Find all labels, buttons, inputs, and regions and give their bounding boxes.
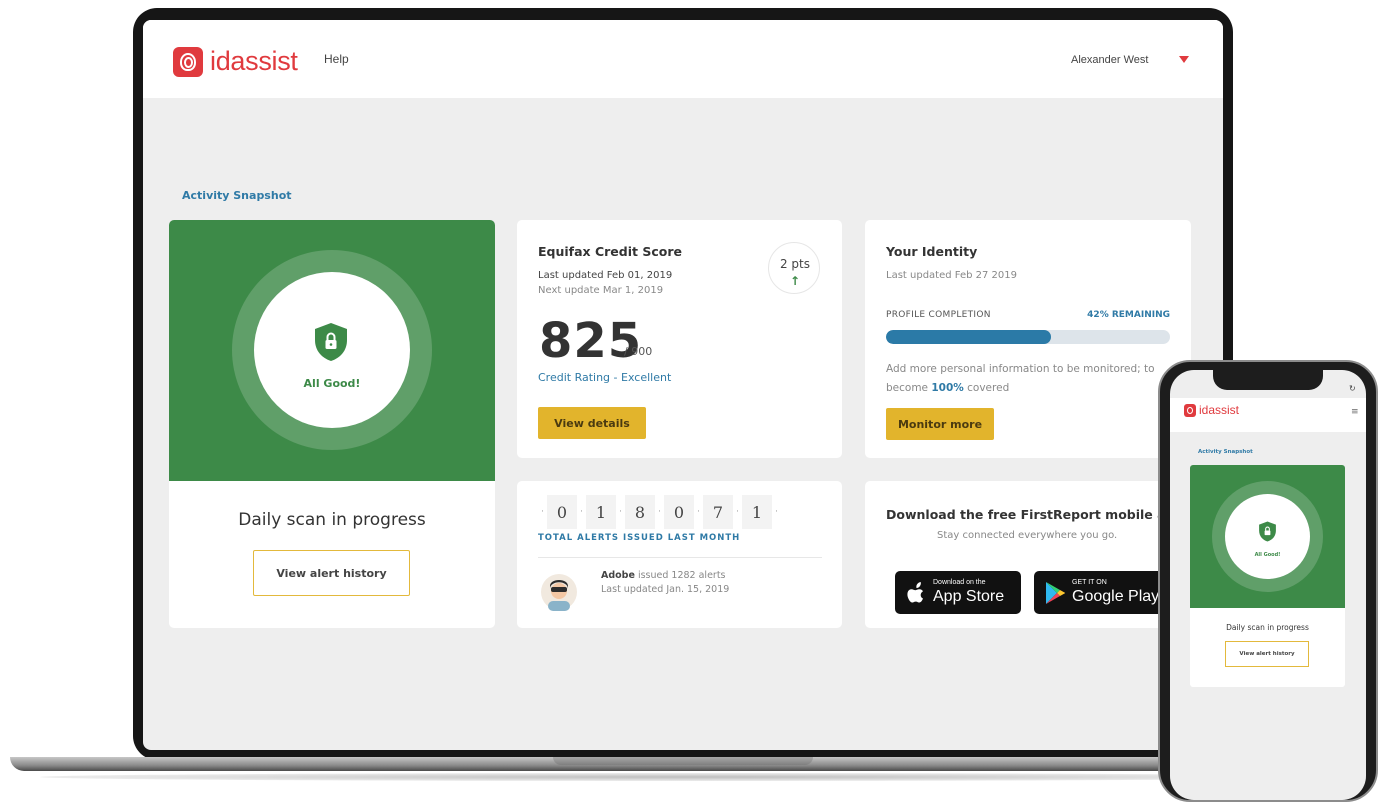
scan-title: Daily scan in progress — [238, 510, 426, 530]
counter-digit: 8 — [625, 495, 655, 529]
google-play-icon — [1046, 581, 1066, 604]
phone-status-ring: All Good! — [1212, 481, 1323, 592]
credit-score-max: / 900 — [624, 345, 653, 358]
monitor-more-button[interactable]: Monitor more — [886, 408, 994, 440]
caret-down-icon[interactable] — [1179, 56, 1189, 63]
phone-logo-text: idassist — [1199, 403, 1240, 417]
apple-icon — [907, 581, 923, 602]
identity-title: Your Identity — [886, 244, 978, 259]
divider — [538, 557, 822, 558]
app-store-big-text: App Store — [933, 588, 1005, 605]
phone-status-text: All Good! — [1254, 552, 1281, 558]
counter-digit: 7 — [703, 495, 733, 529]
fingerprint-logo-icon — [173, 46, 203, 77]
points-change-text: 2 pts — [779, 257, 811, 271]
section-title: Activity Snapshot — [182, 189, 292, 202]
phone-notch — [1213, 370, 1323, 390]
phone-scan-hero: All Good! — [1190, 465, 1345, 608]
laptop-base-notch — [553, 757, 813, 765]
fingerprint-logo-icon — [1184, 403, 1196, 417]
brand-logo[interactable]: idassist — [173, 46, 298, 77]
scan-card: All Good! Daily scan in progress View al… — [169, 220, 495, 628]
profile-remaining-label: 42% REMAINING — [1087, 310, 1170, 320]
points-change-badge: 2 pts ↑ — [768, 242, 820, 294]
alert-last-updated: Last updated Jan. 15, 2019 — [601, 584, 730, 595]
status-ring: All Good! — [232, 250, 432, 450]
google-play-big-text: Google Play — [1072, 588, 1160, 605]
help-link[interactable]: Help — [324, 52, 349, 66]
alerts-counter: · 0 · 1 · 8 · 0 · 7 · 1 · — [538, 495, 781, 529]
profile-progress-fill — [886, 330, 1051, 344]
credit-score-value: 825 — [539, 313, 643, 369]
counter-digit: 1 — [586, 495, 616, 529]
hacker-avatar-icon — [541, 574, 577, 611]
shield-lock-icon — [315, 323, 347, 361]
view-details-button[interactable]: View details — [538, 407, 646, 439]
app-download-card: Download the free FirstReport mobile app… — [865, 481, 1191, 628]
phone-status-circle: All Good! — [1225, 494, 1310, 579]
shield-lock-icon — [1259, 521, 1276, 542]
app-store-button[interactable]: Download on the App Store — [895, 571, 1021, 614]
app-download-title: Download the free FirstReport mobile app — [886, 507, 1184, 522]
counter-digit: 0 — [664, 495, 694, 529]
phone-scan-card: All Good! Daily scan in progress View al… — [1190, 465, 1345, 687]
laptop-shadow — [40, 773, 1340, 781]
google-play-small-text: GET IT ON — [1072, 579, 1107, 586]
alerts-card: · 0 · 1 · 8 · 0 · 7 · 1 · TOTAL ALERTS I… — [517, 481, 842, 628]
laptop-screen: idassist Help Alexander West Activity Sn… — [143, 20, 1223, 750]
identity-last-updated: Last updated Feb 27 2019 — [886, 270, 1018, 281]
alert-company-line: Adobe issued 1282 alerts — [601, 570, 726, 581]
status-text: All Good! — [303, 377, 361, 390]
user-name[interactable]: Alexander West — [1071, 54, 1148, 66]
arrow-up-icon: ↑ — [789, 274, 801, 288]
counter-digit: 1 — [742, 495, 772, 529]
alerts-label: TOTAL ALERTS ISSUED LAST MONTH — [538, 533, 741, 543]
identity-description: Add more personal information to be moni… — [886, 363, 1155, 394]
alert-company: Adobe — [601, 570, 635, 581]
phone-section-title: Activity Snapshot — [1198, 449, 1253, 455]
phone-screen: ↻ idassist ≡ Activity Snapshot All Good!… — [1170, 370, 1366, 800]
hamburger-icon[interactable]: ≡ — [1351, 407, 1359, 417]
identity-card: Your Identity Last updated Feb 27 2019 P… — [865, 220, 1191, 458]
credit-score-card: Equifax Credit Score Last updated Feb 01… — [517, 220, 842, 458]
app-download-subtitle: Stay connected everywhere you go. — [937, 530, 1118, 541]
phone-brand-logo[interactable]: idassist — [1184, 403, 1239, 417]
credit-last-updated: Last updated Feb 01, 2019 — [538, 270, 673, 281]
profile-completion-label: PROFILE COMPLETION — [886, 310, 991, 320]
credit-next-update: Next update Mar 1, 2019 — [538, 285, 664, 296]
phone-view-alert-history-button[interactable]: View alert history — [1225, 641, 1309, 667]
credit-score-title: Equifax Credit Score — [538, 244, 682, 259]
identity-highlight: 100% — [931, 382, 964, 394]
counter-digit: 0 — [547, 495, 577, 529]
profile-progress-bar — [886, 330, 1170, 344]
google-play-button[interactable]: GET IT ON Google Play — [1034, 571, 1164, 614]
view-alert-history-button[interactable]: View alert history — [253, 550, 410, 596]
scan-status-hero: All Good! — [169, 220, 495, 481]
credit-rating[interactable]: Credit Rating - Excellent — [538, 371, 671, 384]
app-store-small-text: Download on the — [933, 579, 986, 586]
logo-text: idassist — [210, 46, 298, 76]
status-circle: All Good! — [254, 272, 410, 428]
refresh-icon[interactable]: ↻ — [1349, 384, 1356, 393]
app-header: idassist Help Alexander West — [143, 20, 1223, 98]
phone-scan-title: Daily scan in progress — [1226, 623, 1309, 632]
